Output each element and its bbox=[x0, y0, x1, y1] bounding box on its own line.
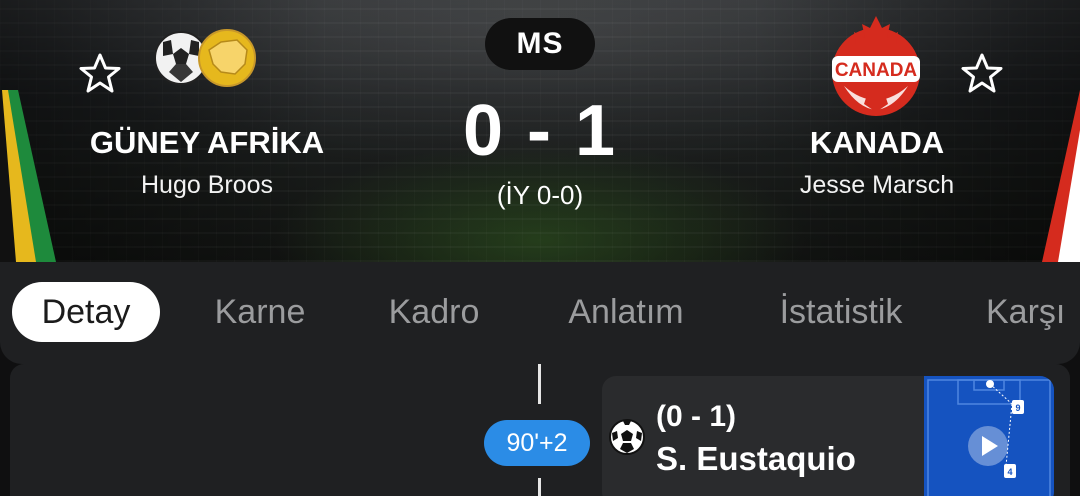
match-tabs: Detay Karne Kadro Anlatım İstatistik Kar… bbox=[0, 262, 1080, 364]
match-status-badge: MS bbox=[485, 18, 595, 70]
halftime-score: (İY 0-0) bbox=[496, 180, 584, 210]
canada-crest-icon[interactable]: CANADA bbox=[824, 14, 928, 118]
canada-flag-icon bbox=[1042, 90, 1080, 262]
away-team-name[interactable]: KANADA bbox=[727, 125, 1027, 161]
tab-kadro[interactable]: Kadro bbox=[364, 282, 504, 342]
match-score: 0 - 1 bbox=[462, 91, 618, 171]
player-number: 4 bbox=[1007, 467, 1012, 477]
tab-anlatim[interactable]: Anlatım bbox=[548, 282, 704, 342]
match-timeline: 90'+2 (0 - 1) S. Eustaquio 9 4 bbox=[10, 364, 1070, 496]
event-minute-badge: 90'+2 bbox=[484, 420, 590, 466]
ball-position-marker bbox=[986, 380, 994, 388]
event-player-name[interactable]: S. Eustaquio bbox=[656, 440, 856, 478]
favorite-star-icon[interactable] bbox=[78, 52, 122, 96]
canada-crest-text: CANADA bbox=[835, 60, 918, 81]
tab-karne[interactable]: Karne bbox=[190, 282, 330, 342]
goal-pitch-preview[interactable]: 9 4 bbox=[924, 376, 1054, 496]
tab-detay[interactable]: Detay bbox=[12, 282, 160, 342]
favorite-star-icon[interactable] bbox=[960, 52, 1004, 96]
event-score: (0 - 1) bbox=[656, 400, 737, 433]
home-team-name[interactable]: GÜNEY AFRİKA bbox=[57, 125, 357, 161]
soccer-ball-icon bbox=[609, 419, 645, 455]
player-number: 9 bbox=[1015, 403, 1020, 413]
away-coach-name: Jesse Marsch bbox=[799, 171, 955, 199]
timeline-axis bbox=[538, 364, 541, 404]
south-africa-flag-icon bbox=[0, 90, 56, 262]
timeline-axis bbox=[538, 478, 541, 496]
goal-event-card[interactable]: (0 - 1) S. Eustaquio 9 4 bbox=[602, 376, 1054, 496]
tab-istatistik[interactable]: İstatistik bbox=[756, 282, 926, 342]
home-coach-name: Hugo Broos bbox=[140, 171, 274, 199]
tab-karsilastirma[interactable]: Karşı bbox=[986, 282, 1080, 342]
south-africa-crest-icon[interactable] bbox=[155, 28, 259, 92]
pitch-diagram: 9 4 bbox=[927, 379, 1051, 496]
match-header: MS CANADA GÜNEY AFRİKA Hugo Broos 0 - 1 … bbox=[0, 0, 1080, 262]
